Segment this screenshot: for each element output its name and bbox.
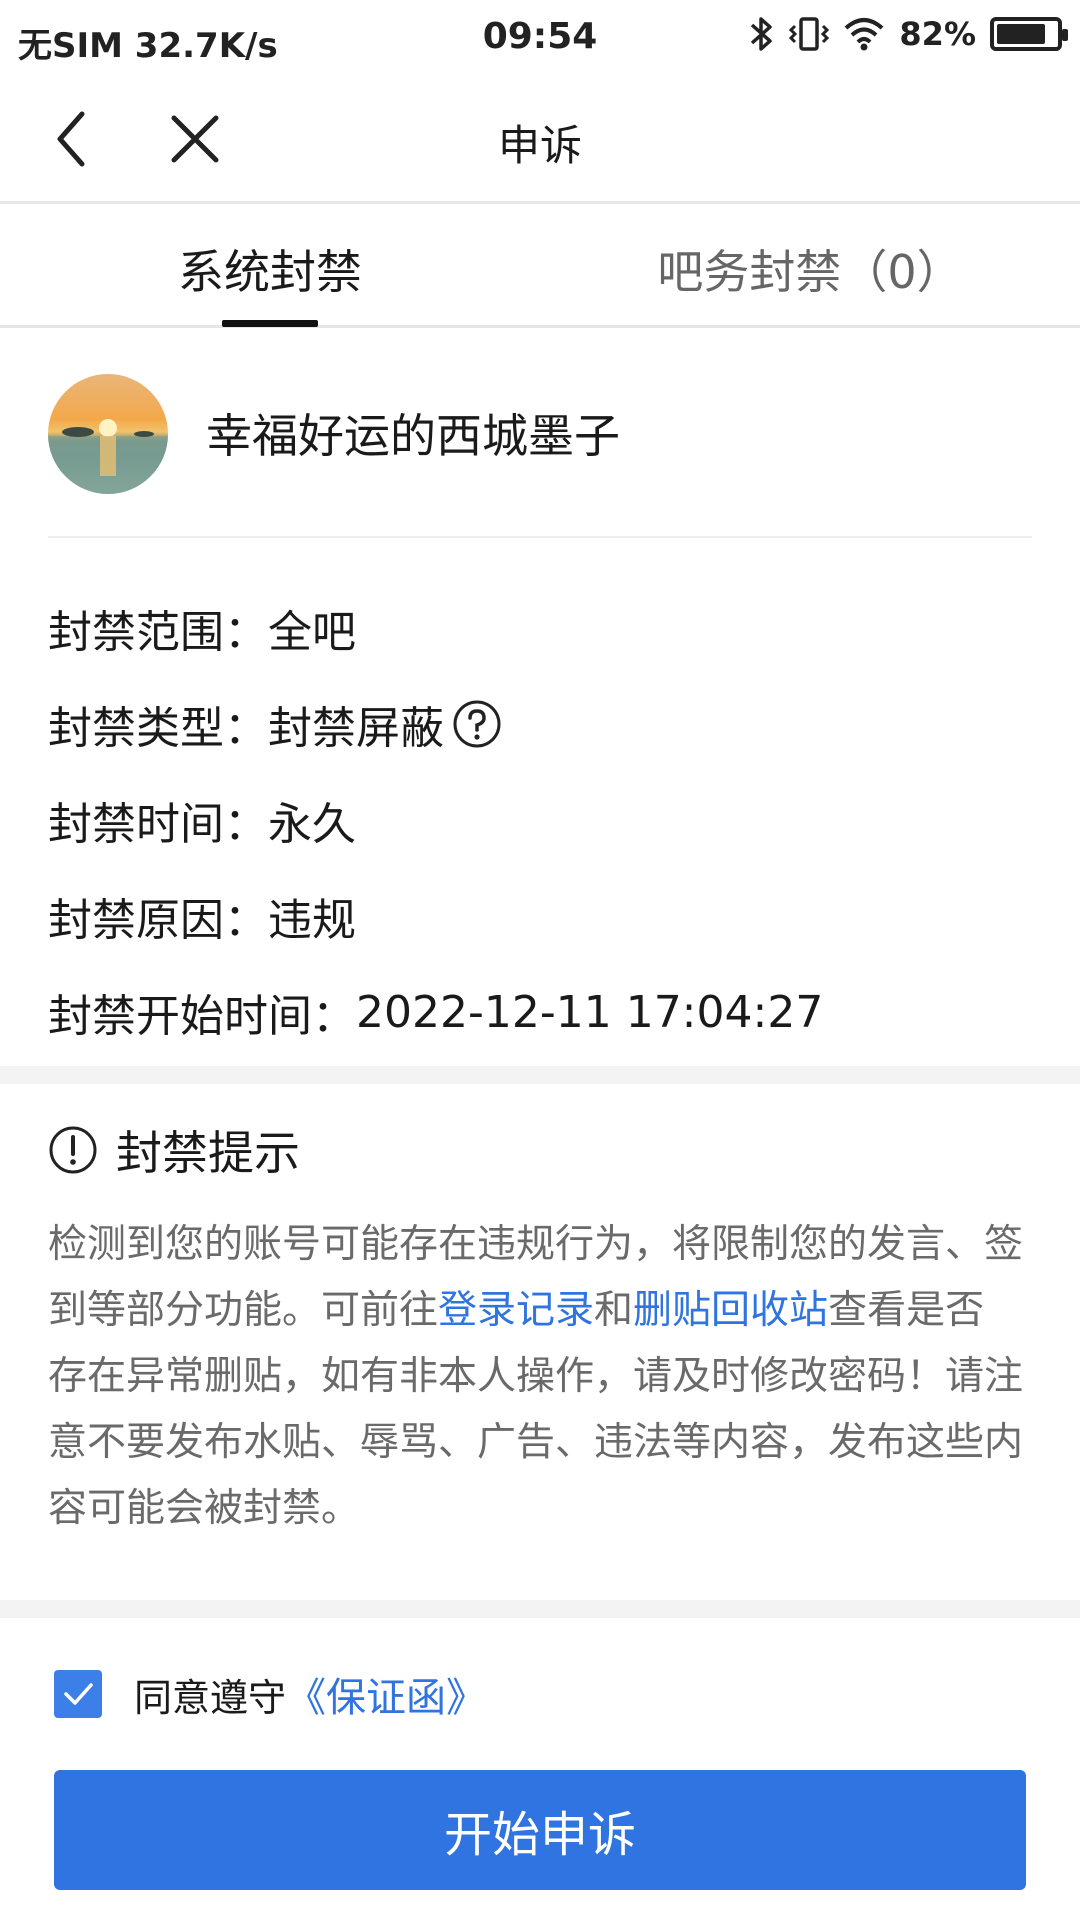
tab-bar: 系统封禁 吧务封禁（0） (0, 206, 1080, 328)
vibrate-icon (789, 17, 830, 51)
start-appeal-button[interactable]: 开始申诉 (54, 1770, 1026, 1890)
ban-start-value: 2022-12-11 17:04:27 (356, 986, 824, 1038)
ban-tips-section: 封禁提示 检测到您的账号可能存在违规行为，将限制您的发言、签到等部分功能。可前往… (48, 1100, 1038, 1542)
battery-percent: 82% (899, 15, 976, 53)
tips-title: 封禁提示 (116, 1126, 300, 1180)
status-bar: 无SIM 32.7K/s 09:54 82% (0, 0, 1080, 76)
wifi-icon (845, 18, 884, 51)
ban-reason-row: 封禁原因： 违规 (48, 868, 1028, 964)
ban-start-label: 封禁开始时间： (48, 991, 356, 1042)
guarantee-letter-link[interactable]: 《保证函》 (286, 1665, 486, 1723)
ban-info-list: 封禁范围： 全吧 封禁类型： 封禁屏蔽 封禁时间： 永久 封禁原因： 违规 封禁… (48, 580, 1028, 1060)
checkmark-icon (64, 1683, 93, 1705)
ban-duration-label: 封禁时间： (48, 799, 268, 850)
page-title: 申诉 (497, 121, 582, 170)
tips-header: 封禁提示 (48, 1100, 1038, 1200)
battery-icon (990, 17, 1068, 51)
ban-duration-row: 封禁时间： 永久 (48, 772, 1028, 868)
tips-body: 检测到您的账号可能存在违规行为，将限制您的发言、签到等部分功能。可前往登录记录和… (48, 1212, 1023, 1542)
bluetooth-icon (751, 17, 773, 51)
divider (48, 536, 1032, 538)
ban-scope-label: 封禁范围： (48, 607, 268, 658)
tab-system-ban[interactable]: 系统封禁 (0, 236, 540, 302)
section-gap (0, 1600, 1080, 1618)
exclamation-circle-icon (49, 1126, 97, 1174)
tips-text-2: 和 (594, 1288, 634, 1333)
status-icons: 82% (749, 14, 1068, 54)
agree-text: 同意遵守 (134, 1675, 287, 1720)
username: 幸福好运的西城墨子 (206, 409, 620, 463)
ban-type-row: 封禁类型： 封禁屏蔽 (48, 676, 1028, 772)
ban-scope-row: 封禁范围： 全吧 (48, 580, 1028, 676)
agree-checkbox[interactable] (54, 1670, 102, 1718)
login-records-link[interactable]: 登录记录 (438, 1288, 594, 1333)
ban-scope-value: 全吧 (268, 607, 356, 658)
tab-active-indicator (222, 320, 318, 327)
deleted-posts-bin-link[interactable]: 删贴回收站 (633, 1288, 828, 1333)
avatar (48, 374, 168, 494)
user-row: 幸福好运的西城墨子 (0, 330, 1080, 538)
battery-level (997, 24, 1045, 44)
agreement-row: 同意遵守 《保证函》 (54, 1664, 486, 1724)
ban-start-row: 封禁开始时间： 2022-12-11 17:04:27 (48, 964, 1028, 1060)
ban-duration-value: 永久 (268, 799, 356, 850)
nav-bar: 申诉 (0, 76, 1080, 204)
ban-reason-value: 违规 (268, 895, 356, 946)
tab-forum-admin-ban[interactable]: 吧务封禁（0） (540, 236, 1080, 302)
question-circle-icon[interactable] (452, 699, 502, 749)
section-gap (0, 1066, 1080, 1084)
ban-type-label: 封禁类型： (48, 703, 268, 754)
ban-reason-label: 封禁原因： (48, 895, 268, 946)
ban-type-value: 封禁屏蔽 (268, 703, 444, 754)
